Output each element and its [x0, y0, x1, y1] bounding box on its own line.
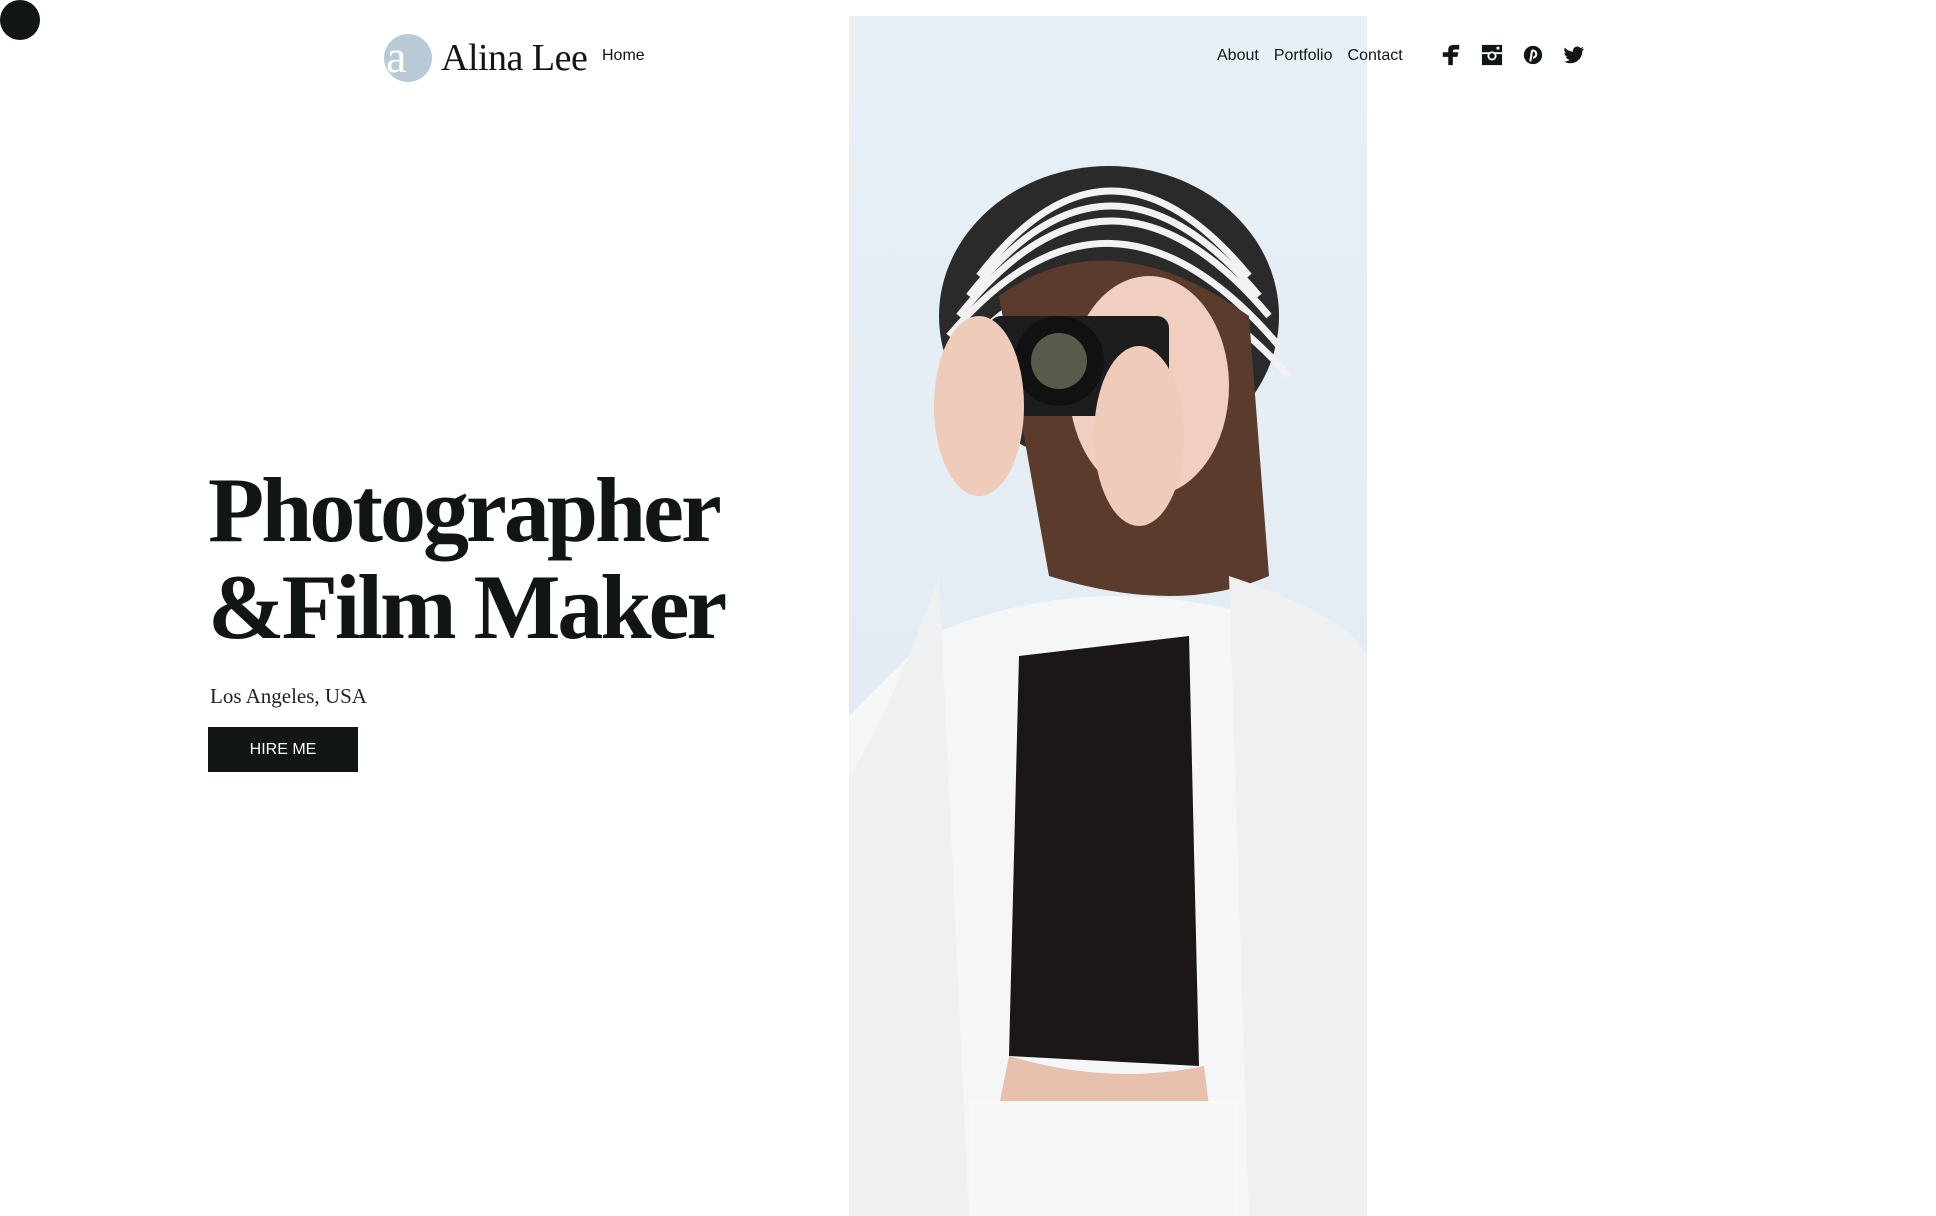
hire-me-button[interactable]: HIRE ME	[208, 727, 358, 772]
facebook-icon[interactable]	[1440, 44, 1462, 66]
site-name: Alina Lee	[441, 37, 588, 79]
cursor-indicator	[0, 0, 40, 40]
hero-title-line1: Photographer	[208, 459, 722, 561]
photographer-image	[849, 166, 1367, 1216]
instagram-icon[interactable]	[1481, 44, 1503, 66]
logo[interactable]: a Alina Lee	[384, 31, 588, 82]
nav-about[interactable]: About	[1217, 47, 1259, 65]
pinterest-icon[interactable]	[1522, 44, 1544, 66]
nav-contact[interactable]: Contact	[1348, 47, 1403, 65]
hero-title-line2: &Film Maker	[208, 556, 727, 658]
twitter-icon[interactable]	[1563, 44, 1585, 66]
hero-title: Photographer &Film Maker	[208, 459, 727, 658]
nav-portfolio[interactable]: Portfolio	[1274, 47, 1333, 65]
nav-home[interactable]: Home	[602, 47, 645, 65]
logo-mark-icon: a	[384, 31, 432, 82]
main-nav: About Portfolio Contact	[1217, 47, 1403, 65]
hero-photo	[849, 16, 1367, 1216]
location: Los Angeles, USA	[210, 684, 367, 708]
social-links	[1440, 44, 1585, 66]
